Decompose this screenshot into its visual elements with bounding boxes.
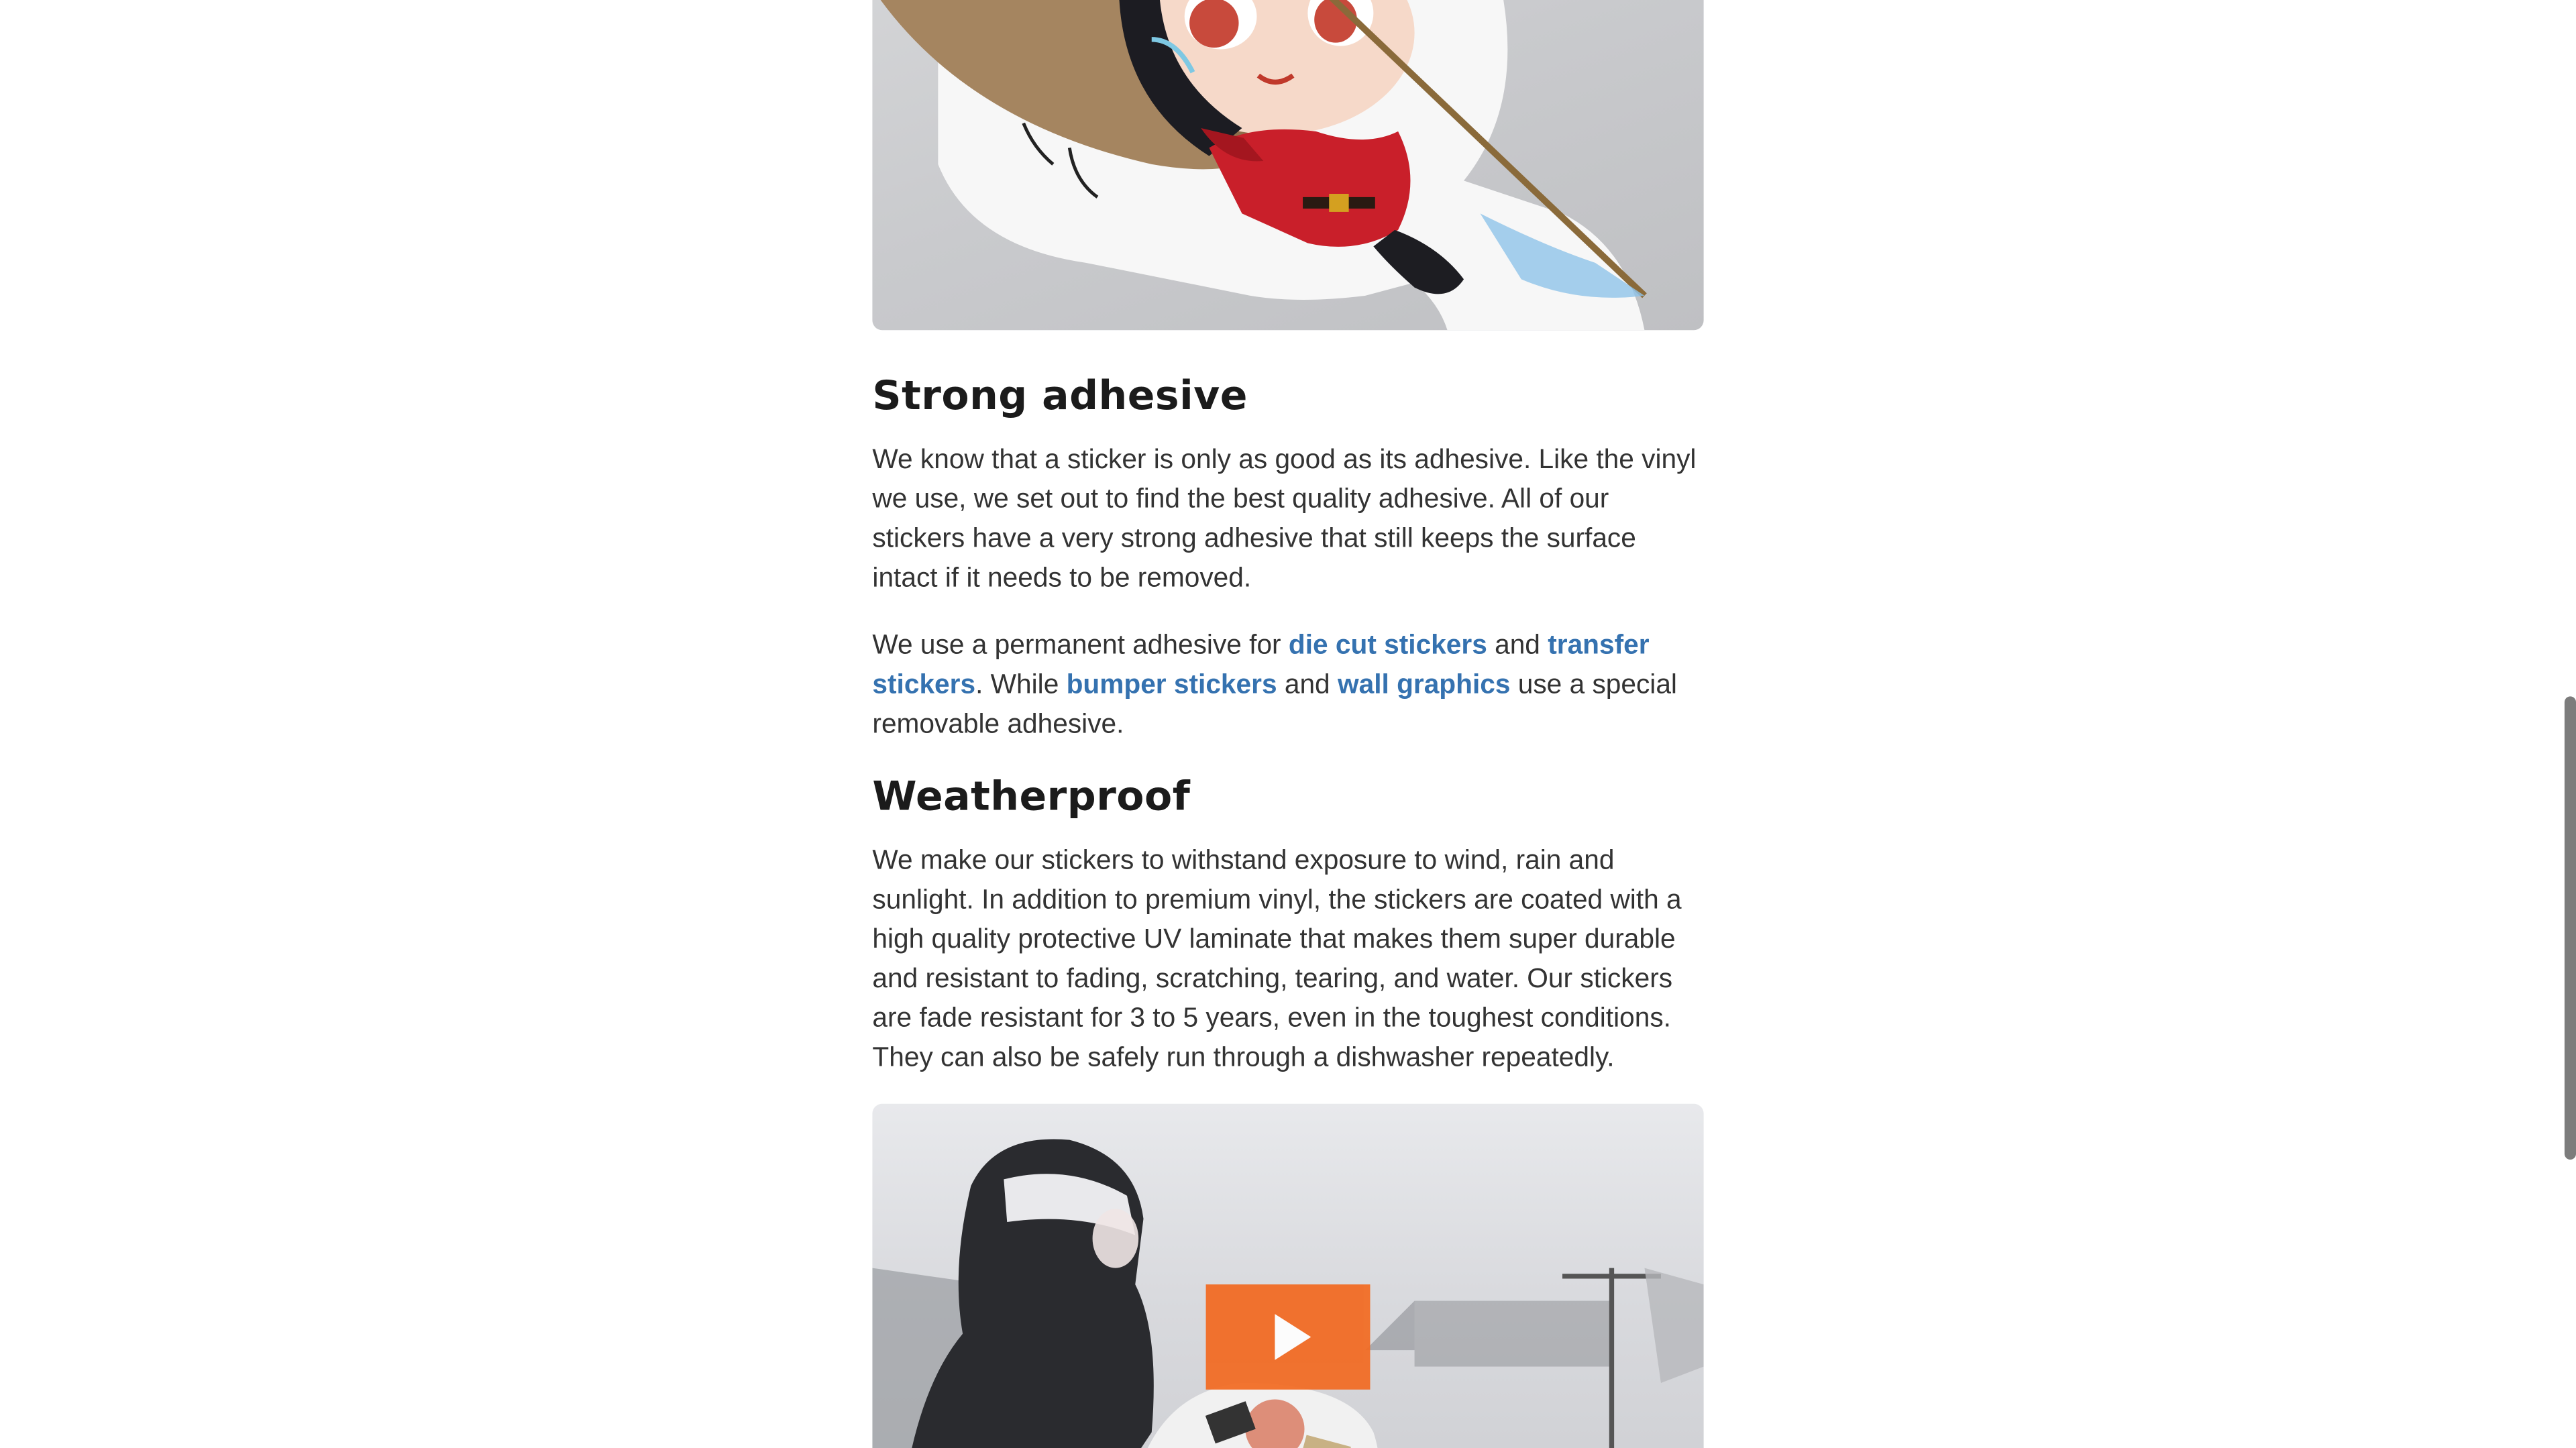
text-fragment: and	[1487, 628, 1548, 661]
text-fragment: . While	[975, 668, 1067, 700]
scrollbar-thumb[interactable]	[2564, 696, 2576, 1160]
play-icon	[1275, 1314, 1311, 1360]
weatherproof-paragraph: We make our stickers to withstand exposu…	[872, 844, 1682, 1073]
snowboarder-video-thumbnail	[872, 1139, 1704, 1448]
scrollbar[interactable]	[2556, 0, 2576, 1448]
sticker-photo	[872, 0, 1704, 331]
page: Strong adhesive We know that a sticker i…	[0, 0, 2576, 1448]
section-heading-weatherproof: Weatherproof	[872, 772, 1191, 820]
text-fragment: and	[1277, 668, 1338, 700]
adhesive-types-paragraph: We use a permanent adhesive for die cut …	[872, 626, 1703, 744]
video-player[interactable]	[872, 1103, 1704, 1448]
link-bumper-stickers[interactable]: bumper stickers	[1067, 669, 1277, 700]
link-die-cut-stickers[interactable]: die cut stickers	[1289, 629, 1487, 661]
mountie-sticker-illustration	[880, 0, 1647, 331]
section-heading-strong-adhesive: Strong adhesive	[872, 371, 1248, 419]
text-fragment: We use a permanent adhesive for	[872, 628, 1289, 661]
strong-adhesive-paragraph: We know that a sticker is only as good a…	[872, 443, 1697, 594]
video-play-button[interactable]	[1205, 1284, 1371, 1390]
link-wall-graphics[interactable]: wall graphics	[1338, 669, 1510, 700]
